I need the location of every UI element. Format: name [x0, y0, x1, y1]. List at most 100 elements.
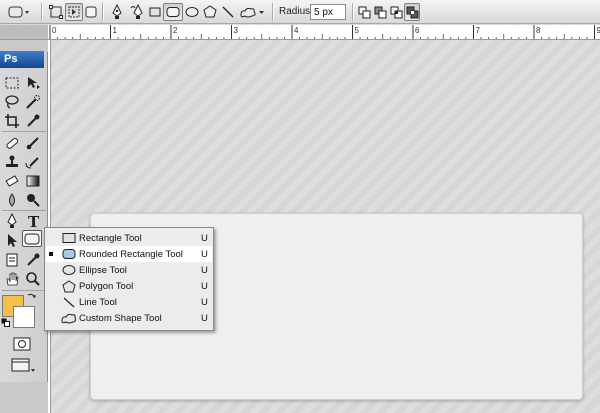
add-to-path-button[interactable] — [356, 3, 372, 21]
photoshop-logo[interactable]: Ps — [0, 51, 44, 68]
rectangle-shape-button[interactable] — [147, 3, 163, 21]
rounded-rect-icon — [24, 233, 40, 244]
check-indicator — [49, 316, 53, 320]
shape-tool-flyout: Rectangle Tool U Rounded Rectangle Tool … — [44, 227, 214, 331]
flyout-shortcut: U — [201, 264, 208, 276]
color-sampler-tool[interactable] — [24, 251, 42, 269]
hand-tool[interactable] — [3, 270, 21, 288]
blur-tool[interactable] — [3, 191, 21, 209]
eyedropper-icon — [27, 253, 40, 266]
subtract-from-path-button[interactable] — [372, 3, 388, 21]
history-brush-tool[interactable] — [24, 153, 42, 171]
note-icon — [6, 253, 18, 267]
flyout-item-ellipse-tool[interactable]: Ellipse Tool U — [46, 262, 212, 278]
flyout-shortcut: U — [201, 232, 208, 244]
lasso-tool[interactable] — [3, 93, 21, 111]
eraser-icon — [5, 175, 19, 187]
rounded-rectangle-tool[interactable] — [22, 230, 42, 247]
intersect-path-icon — [390, 6, 402, 18]
pen-icon — [112, 4, 122, 19]
radius-input[interactable] — [310, 4, 346, 20]
flyout-item-polygon-tool[interactable]: Polygon Tool U — [46, 278, 212, 294]
ruler-label: 4 — [294, 26, 299, 35]
gradient-tool[interactable] — [24, 172, 42, 190]
swap-colors-button[interactable] — [27, 292, 37, 302]
pen-icon — [7, 213, 17, 228]
dodge-tool[interactable] — [24, 191, 42, 209]
quick-mask-icon — [13, 337, 31, 351]
background-color-swatch[interactable] — [13, 306, 35, 328]
flyout-item-rounded-rectangle-tool[interactable]: Rounded Rectangle Tool U — [46, 246, 212, 262]
notes-tool[interactable] — [3, 251, 21, 269]
paths-button[interactable] — [65, 3, 83, 21]
marquee-tool[interactable] — [3, 74, 21, 92]
crop-tool[interactable] — [3, 112, 21, 130]
rounded-rect-icon — [8, 6, 29, 18]
flyout-label: Line Tool — [79, 296, 117, 308]
exclude-overlap-button[interactable] — [404, 3, 420, 21]
flyout-shortcut: U — [201, 312, 208, 324]
ruler-label: 8 — [536, 26, 541, 35]
move-tool[interactable] — [24, 74, 42, 92]
eyedropper-tool[interactable] — [24, 112, 42, 130]
toolbox-grip[interactable] — [0, 25, 48, 40]
move-icon — [28, 77, 40, 89]
fill-pixels-icon — [85, 6, 97, 18]
zoom-tool[interactable] — [24, 270, 42, 288]
magic-wand-icon — [26, 95, 40, 109]
ruler-label: 3 — [234, 26, 239, 35]
flyout-label: Custom Shape Tool — [79, 312, 162, 324]
screen-mode-button[interactable] — [10, 356, 36, 374]
flyout-item-line-tool[interactable]: Line Tool U — [46, 294, 212, 310]
flyout-label: Polygon Tool — [79, 280, 134, 292]
flyout-item-custom-shape-tool[interactable]: Custom Shape Tool U — [46, 310, 212, 326]
type-tool[interactable]: T — [24, 212, 42, 230]
shape-layers-button[interactable] — [47, 3, 65, 21]
polygon-shape-button[interactable] — [201, 3, 219, 21]
quick-mask-button[interactable] — [12, 336, 32, 352]
eraser-tool[interactable] — [3, 172, 21, 190]
fill-pixels-button[interactable] — [83, 3, 99, 21]
ruler-label: 0 — [52, 26, 57, 35]
flyout-label: Rounded Rectangle Tool — [79, 248, 183, 260]
freeform-pen-icon — [130, 4, 143, 19]
spot-healing-tool[interactable] — [3, 134, 21, 152]
polygon-icon — [203, 5, 217, 18]
flyout-label: Ellipse Tool — [79, 264, 127, 276]
flyout-item-rectangle-tool[interactable]: Rectangle Tool U — [46, 230, 212, 246]
brush-tool[interactable] — [24, 134, 42, 152]
add-to-path-icon — [358, 6, 370, 18]
radius-label: Radius: — [279, 6, 313, 17]
rectangular-marquee-icon — [5, 77, 19, 89]
hand-icon — [6, 272, 19, 286]
arrow-icon — [8, 234, 17, 247]
custom-shape-button[interactable] — [237, 3, 267, 21]
type-icon: T — [28, 213, 40, 229]
pen-tool[interactable] — [3, 212, 21, 230]
clone-stamp-tool[interactable] — [3, 153, 21, 171]
options-bar: Radius: — [0, 0, 600, 24]
history-brush-icon — [25, 157, 39, 169]
tool-preset-picker[interactable] — [4, 3, 34, 21]
subtract-from-path-icon — [374, 6, 386, 18]
ruler-label: 7 — [476, 26, 481, 35]
check-indicator — [49, 300, 53, 304]
ruler-label: 9 — [597, 26, 600, 35]
default-colors-button[interactable] — [1, 318, 11, 328]
flyout-shortcut: U — [201, 248, 208, 260]
quick-selection-tool[interactable] — [24, 93, 42, 111]
drop-icon — [9, 193, 15, 207]
line-shape-button[interactable] — [219, 3, 237, 21]
ellipse-icon — [61, 263, 77, 277]
polygon-icon — [61, 279, 77, 293]
flyout-label: Rectangle Tool — [79, 232, 142, 244]
check-indicator — [49, 284, 53, 288]
stamp-icon — [6, 155, 18, 167]
pen-tool-button[interactable] — [107, 3, 127, 21]
freeform-pen-button[interactable] — [127, 3, 147, 21]
custom-shape-icon — [61, 311, 77, 325]
intersect-path-button[interactable] — [388, 3, 404, 21]
ellipse-shape-button[interactable] — [183, 3, 201, 21]
path-selection-tool[interactable] — [3, 231, 21, 249]
rounded-rectangle-shape-button[interactable] — [163, 3, 183, 21]
